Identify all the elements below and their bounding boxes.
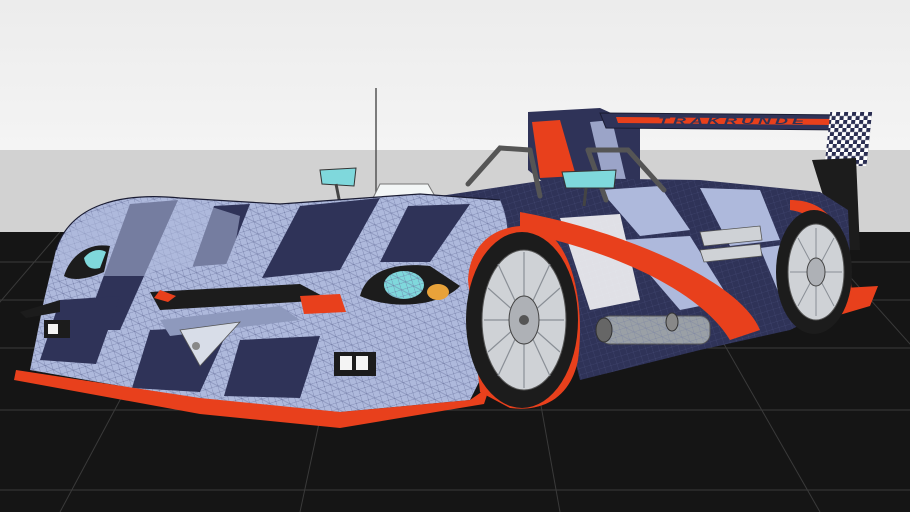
viewport[interactable]: TRAKRUNDE bbox=[0, 0, 910, 512]
scene-canvas: TRAKRUNDE bbox=[0, 0, 910, 512]
front-wheel bbox=[466, 225, 580, 409]
rear-wheel bbox=[776, 210, 852, 334]
checkered-flag-graphic bbox=[824, 112, 873, 166]
front-body bbox=[14, 194, 509, 428]
exhaust-pipes bbox=[595, 312, 711, 345]
wing-banner-text: TRAKRUNDE bbox=[658, 116, 808, 126]
